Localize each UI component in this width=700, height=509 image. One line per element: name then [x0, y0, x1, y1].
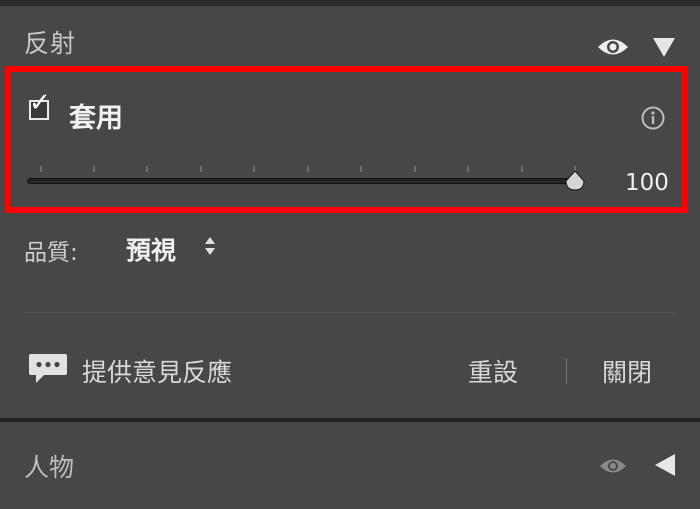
apply-checkbox[interactable]: ✓ — [29, 90, 51, 120]
amount-slider[interactable] — [27, 166, 597, 196]
people-header: 人物 — [0, 422, 700, 509]
button-separator — [566, 358, 567, 384]
slider-value: 100 — [625, 170, 669, 196]
divider — [24, 312, 676, 313]
apply-label: 套用 — [69, 103, 123, 134]
apply-highlight-box: ✓ 套用 100 — [5, 66, 688, 213]
close-button[interactable]: 關閉 — [602, 353, 652, 389]
quality-value: 預視 — [126, 236, 177, 265]
feedback-link[interactable]: 提供意見反應 — [28, 347, 288, 391]
info-icon[interactable] — [641, 106, 665, 130]
reflection-title: 反射 — [24, 29, 77, 58]
quality-label: 品質: — [24, 240, 78, 266]
eye-icon[interactable] — [596, 36, 630, 58]
triangle-left-icon[interactable] — [655, 454, 675, 476]
feedback-label: 提供意見反應 — [82, 358, 233, 387]
eye-icon[interactable] — [598, 456, 628, 476]
checkmark-icon: ✓ — [29, 88, 51, 118]
reflection-header: 反射 — [0, 6, 700, 70]
quality-select[interactable]: 預視 — [126, 228, 226, 265]
slider-ticks — [40, 166, 576, 172]
slider-handle[interactable] — [564, 170, 586, 192]
slider-track[interactable] — [27, 178, 582, 184]
updown-arrows-icon — [205, 237, 215, 255]
triangle-down-icon[interactable] — [653, 38, 675, 57]
chat-bubble-icon — [29, 354, 67, 383]
people-title: 人物 — [24, 453, 75, 482]
reset-button[interactable]: 重設 — [468, 353, 518, 389]
